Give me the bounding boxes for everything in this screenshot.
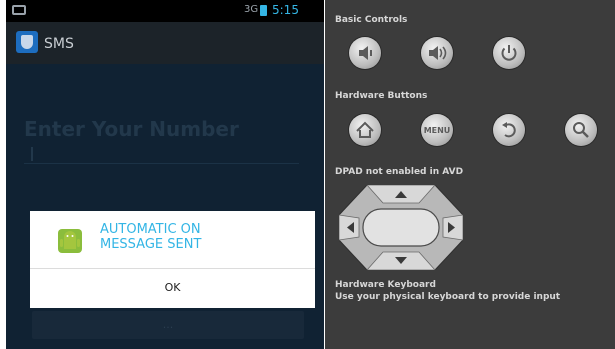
volume-down-button[interactable] [349,37,381,69]
alert-dialog: AUTOMATIC ON MESSAGE SENT OK [30,211,315,308]
emulator-controls: Basic Controls Hardware Buttons MENU DPA… [325,0,615,349]
hardware-keyboard-label: Hardware Keyboard [335,280,436,290]
menu-button[interactable]: MENU [421,114,453,146]
status-time: 5:15 [272,3,299,17]
ok-button-label: OK [164,281,181,294]
home-icon [356,121,374,138]
battery-icon [260,5,267,16]
back-button[interactable] [493,114,525,146]
volume-up-button[interactable] [421,37,453,69]
back-icon [502,122,516,138]
home-button[interactable] [349,114,381,146]
dpad[interactable] [339,185,463,270]
phone-screen: 3G 5:15 SMS Enter Your Number ... AUTOMA… [6,0,324,349]
android-icon [58,229,82,253]
power-icon [501,45,517,61]
basic-controls-label: Basic Controls [335,15,408,25]
screen: 3G 5:15 SMS Enter Your Number ... AUTOMA… [0,0,615,349]
enter-number-label: Enter Your Number [24,117,239,141]
status-bar: 3G 5:15 [6,0,324,22]
app-shield-icon [16,31,38,53]
power-button[interactable] [493,37,525,69]
number-input[interactable] [24,163,299,164]
dialog-title: AUTOMATIC ON MESSAGE SENT [100,222,202,252]
volume-up-icon [429,46,447,60]
hardware-buttons-label: Hardware Buttons [335,91,428,101]
dpad-label: DPAD not enabled in AVD [335,167,464,177]
text-cursor [31,147,33,161]
volume-down-icon [359,46,372,60]
keyboard-hint: Use your physical keyboard to provide in… [335,292,561,302]
search-icon [573,122,589,138]
send-button-label: ... [162,318,174,331]
dpad-center[interactable] [362,208,440,247]
svg-text:MENU: MENU [424,126,451,135]
menu-icon: MENU [424,126,451,135]
notification-icon [12,5,26,15]
search-button[interactable] [565,114,597,146]
app-title: SMS [44,36,74,52]
ok-button[interactable]: OK [30,269,315,308]
send-button[interactable]: ... [32,311,304,339]
signal-icon: 3G [244,4,259,15]
